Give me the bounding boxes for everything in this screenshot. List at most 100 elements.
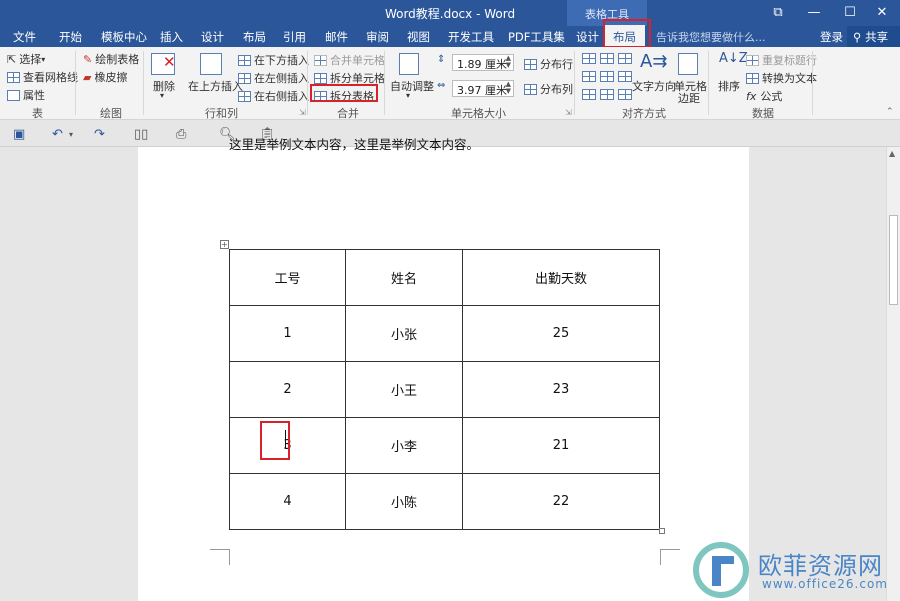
distribute-rows-icon [524,58,537,70]
group-label-table: 表 [32,107,43,120]
tell-me-search[interactable]: 告诉我您想要做什么... [656,29,766,45]
row-height-input[interactable]: 1.89 厘米 ▲ ▼ [452,54,514,71]
redo-icon[interactable]: ↷ [94,127,105,142]
insert-right-icon [238,90,251,102]
table-move-handle[interactable]: + [220,240,229,249]
delete-x-icon: ✕ [163,53,176,71]
dialog-launcher-icon[interactable]: ⇲ [565,108,572,117]
ribbon: ⇱ 选择 ▾ 查看网格线 属性 表 ✎ 绘制表格 ▰ 橡皮擦 绘图 ✕ 删除 ▾ 在上方… [0,47,900,120]
attendance-table[interactable]: 工号 姓名 出勤天数 1 小张 25 2 小王 23 3 小李 21 4 小陈 … [229,249,660,530]
maximize-button[interactable]: ☐ [832,0,868,26]
group-label-data: 数据 [752,107,774,120]
select-button[interactable]: ⇱ 选择 ▾ [7,51,45,67]
tab-home[interactable]: 开始 [59,29,82,45]
table-cell[interactable]: 小王 [345,361,463,418]
align-center-icon[interactable] [600,71,614,82]
two-pages-icon[interactable]: ▯▯ [134,127,148,142]
table-row: 3 小李 21 [229,417,660,474]
table-cell[interactable]: 25 [462,305,660,362]
chevron-down-icon[interactable]: ▾ [69,130,73,139]
align-middle-left-icon[interactable] [582,71,596,82]
tab-references[interactable]: 引用 [283,29,306,45]
table-resize-handle[interactable] [659,528,665,534]
align-top-center-icon[interactable] [600,53,614,64]
login-link[interactable]: 登录 [820,29,843,45]
header-cell-name[interactable]: 姓名 [345,249,463,306]
tab-review[interactable]: 审阅 [366,29,389,45]
tab-layout[interactable]: 布局 [243,29,266,45]
table-cell[interactable]: 23 [462,361,660,418]
tab-table-design[interactable]: 设计 [576,29,599,45]
ribbon-display-options-button[interactable]: ⧉ [760,0,796,26]
insert-left-icon [238,72,251,84]
table-cell[interactable]: 1 [229,305,346,362]
formula-button[interactable]: fx 公式 [746,88,782,104]
dialog-launcher-icon[interactable]: ⇲ [299,108,306,117]
repeat-header-button[interactable]: 重复标题行 [746,52,817,68]
text-direction-button[interactable]: 文字方向 [632,78,676,94]
save-icon[interactable]: ▣ [13,127,25,142]
vertical-scrollbar[interactable]: ▲ [886,147,900,601]
body-paragraph[interactable]: 这里是举例文本内容，这里是举例文本内容。 [229,138,479,152]
cell-margins-icon[interactable] [678,53,698,75]
distribute-cols-button[interactable]: 分布列 [524,81,573,97]
insert-below-button[interactable]: 在下方插入 [238,52,309,68]
column-width-icon: ⇔ [437,80,446,91]
merge-cells-label: 合并单元格 [330,54,385,67]
column-width-input[interactable]: 3.97 厘米 ▲ ▼ [452,80,514,97]
spinner-icon[interactable]: ▲ ▼ [506,81,511,95]
pencil-icon: ✎ [83,52,93,66]
table-cell[interactable]: 小张 [345,305,463,362]
table-cell[interactable]: 22 [462,473,660,530]
minimize-button[interactable]: — [796,0,832,26]
sort-icon: A↓Z [719,51,748,66]
share-label: 共享 [865,30,889,44]
tab-pdf-tools[interactable]: PDF工具集 [508,29,565,45]
distribute-cols-icon [524,83,537,95]
table-cell[interactable]: 21 [462,417,660,474]
align-bottom-left-icon[interactable] [582,89,596,100]
insert-left-button[interactable]: 在左侧插入 [238,70,309,86]
table-cell[interactable]: 2 [229,361,346,418]
insert-right-button[interactable]: 在右侧插入 [238,88,309,104]
properties-button[interactable]: 属性 [7,87,45,103]
align-bottom-center-icon[interactable] [600,89,614,100]
autofit-icon[interactable] [399,53,419,75]
align-top-right-icon[interactable] [618,53,632,64]
align-top-left-icon[interactable] [582,53,596,64]
table-cell[interactable]: 小陈 [345,473,463,530]
view-gridlines-button[interactable]: 查看网格线 [7,69,78,85]
tab-template-center[interactable]: 模板中心 [101,29,147,45]
tab-view[interactable]: 视图 [407,29,430,45]
merge-cells-button[interactable]: 合并单元格 [314,52,385,68]
insert-above-icon[interactable] [200,53,222,75]
highlight-split-table [310,84,378,102]
table-cell[interactable]: 4 [229,473,346,530]
print-preview-icon[interactable]: ⎙ [176,127,186,142]
convert-to-text-button[interactable]: 转换为文本 [746,70,817,86]
scroll-up-icon[interactable]: ▲ [889,149,895,158]
header-cell-attendance[interactable]: 出勤天数 [462,249,660,306]
distribute-rows-button[interactable]: 分布行 [524,56,573,72]
scrollbar-thumb[interactable] [889,215,898,305]
properties-icon [7,89,20,101]
insert-above-button[interactable]: 在上方插入 [188,78,243,94]
align-middle-right-icon[interactable] [618,71,632,82]
tab-design[interactable]: 设计 [201,29,224,45]
tab-mailings[interactable]: 邮件 [325,29,348,45]
tab-file[interactable]: 文件 [13,29,36,45]
tab-developer[interactable]: 开发工具 [448,29,494,45]
sort-button[interactable]: 排序 [718,78,740,94]
eraser-button[interactable]: ▰ 橡皮擦 [83,69,127,85]
align-bottom-right-icon[interactable] [618,89,632,100]
table-cell[interactable]: 小李 [345,417,463,474]
collapse-ribbon-icon[interactable]: ⌃ [886,107,894,117]
autofit-button[interactable]: 自动调整 [390,78,434,94]
spinner-icon[interactable]: ▲ ▼ [506,55,511,69]
undo-icon[interactable]: ↶ [52,127,63,142]
close-button[interactable]: ✕ [864,0,900,26]
header-cell-id[interactable]: 工号 [229,249,346,306]
tab-insert[interactable]: 插入 [160,29,183,45]
draw-table-button[interactable]: ✎ 绘制表格 [83,51,139,67]
share-button[interactable]: ⚲ 共享 [847,26,900,47]
